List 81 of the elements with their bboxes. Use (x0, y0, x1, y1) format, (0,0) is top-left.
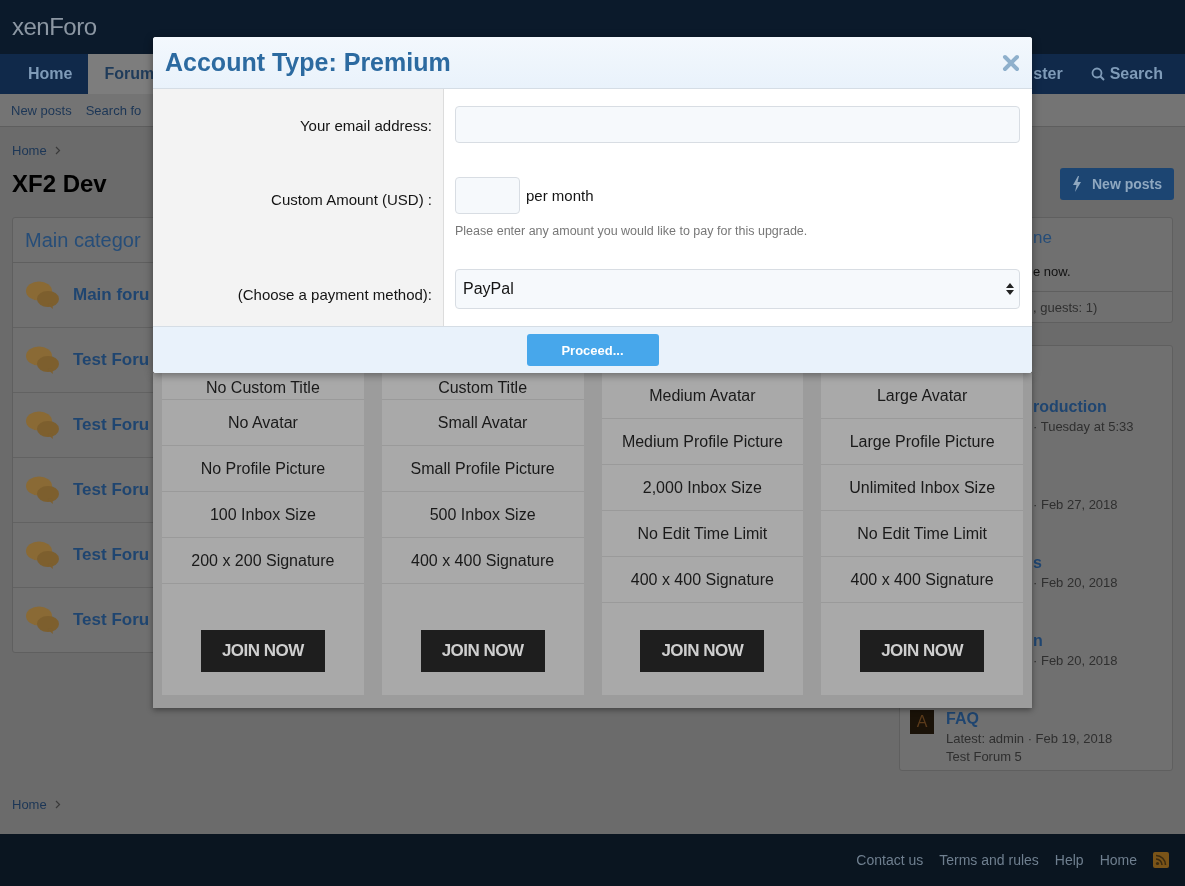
post-meta: · Tuesday at 5:33 (1033, 419, 1134, 434)
plan-feature: Medium Avatar (649, 386, 756, 405)
avatar[interactable]: A (910, 710, 934, 734)
plan-feature: Medium Profile Picture (621, 432, 783, 451)
chat-bubbles-icon (25, 605, 61, 635)
post-meta: · Feb 20, 2018 (1033, 575, 1118, 590)
forum-link[interactable]: Main foru (73, 285, 150, 305)
plan-feature: 400 x 400 Signature (411, 551, 555, 570)
online-text: e now. (1033, 264, 1072, 279)
category-title[interactable]: Main categor (25, 228, 141, 252)
chat-bubbles-icon (25, 540, 61, 570)
join-now-button[interactable]: JOIN NOW (640, 630, 765, 672)
rss-icon[interactable] (1153, 852, 1169, 868)
close-icon[interactable] (1002, 53, 1020, 72)
hint-text: Please enter any amount you would like to pay for this upgrade. (455, 224, 809, 238)
thread-link[interactable]: roduction (1033, 398, 1134, 416)
footer-link[interactable]: Contact us (856, 852, 924, 868)
plan-feature: Large Profile Picture (849, 432, 995, 451)
plan-feature: 100 Inbox Size (209, 505, 316, 524)
unit-label: per month (526, 187, 594, 204)
thread-link[interactable]: n (1033, 632, 1118, 650)
plan-feature: No Edit Time Limit (857, 524, 988, 543)
chat-bubbles-icon (25, 345, 61, 375)
online-stats: , guests: 1) (1033, 299, 1098, 315)
post-meta: Latest: admin · Feb 19, 2018 (946, 731, 1113, 746)
plan-feature: Unlimited Inbox Size (849, 478, 996, 497)
page-title: XF2 Dev (12, 170, 107, 198)
plan-feature: No Custom Title (205, 379, 320, 397)
online-title[interactable]: ne (1033, 228, 1172, 248)
plan-feature: 400 x 400 Signature (850, 570, 994, 589)
plan-feature: Small Avatar (437, 413, 528, 432)
payment-select[interactable]: PayPal (455, 269, 1020, 309)
new-posts-button[interactable]: New posts (1060, 168, 1174, 200)
breadcrumb-link[interactable]: Home (12, 797, 47, 812)
plan-feature: 2,000 Inbox Size (642, 478, 762, 497)
chevron-icon (54, 146, 61, 155)
plan-feature: 200 x 200 Signature (191, 551, 335, 570)
search-icon (1090, 67, 1105, 81)
plan-feature: 500 Inbox Size (429, 505, 536, 524)
join-now-button[interactable]: JOIN NOW (420, 630, 545, 672)
amount-input[interactable] (455, 177, 520, 214)
search-link[interactable]: Search (1090, 65, 1163, 83)
footer-link[interactable]: Help (1054, 852, 1084, 868)
post-meta: · Feb 20, 2018 (1033, 653, 1118, 668)
email-input[interactable] (455, 106, 1020, 143)
plan-feature: No Avatar (227, 413, 298, 432)
plan-feature: Custom Title (438, 379, 528, 397)
chat-bubbles-icon (25, 280, 61, 310)
chat-bubbles-icon (25, 410, 61, 440)
forum-name[interactable]: Test Forum 5 (946, 749, 1113, 764)
forum-link[interactable]: Test Foru (73, 545, 150, 565)
footer-link[interactable]: Home (1099, 852, 1137, 868)
join-now-button[interactable]: JOIN NOW (860, 630, 985, 672)
plan-feature: Small Profile Picture (410, 459, 555, 478)
plan-feature: Large Avatar (876, 386, 968, 405)
nav-link[interactable]: ster (1033, 65, 1063, 83)
field-label: (Choose a payment method): (237, 286, 432, 303)
chat-bubbles-icon (25, 475, 61, 505)
chevron-icon (54, 800, 61, 809)
logo[interactable]: xenForo (12, 13, 97, 41)
lightning-icon (1072, 176, 1082, 192)
forum-link[interactable]: Test Foru (73, 480, 150, 500)
footer-link[interactable]: Terms and rules (939, 852, 1039, 868)
plan-feature: 400 x 400 Signature (630, 570, 774, 589)
join-now-button[interactable]: JOIN NOW (200, 630, 325, 672)
plan-feature: No Profile Picture (200, 459, 326, 478)
thread-link[interactable]: s (1033, 554, 1118, 572)
field-label: Custom Amount (USD) : (271, 191, 432, 208)
forum-link[interactable]: Test Foru (73, 350, 150, 370)
forum-link[interactable]: Test Foru (73, 415, 150, 435)
nav-tab[interactable]: Home (12, 54, 89, 94)
breadcrumb-link[interactable]: Home (12, 143, 47, 158)
thread-link[interactable]: FAQ (946, 710, 1113, 728)
plan-feature: No Edit Time Limit (637, 524, 768, 543)
select-arrows-icon (1006, 283, 1014, 295)
subnav-link[interactable]: New posts (11, 102, 72, 118)
proceed-button[interactable]: Proceed... (526, 334, 659, 366)
forum-link[interactable]: Test Foru (73, 610, 150, 630)
post-meta: · Feb 27, 2018 (1033, 497, 1118, 512)
subnav-link[interactable]: Search fo (85, 102, 142, 118)
field-label: Your email address: (299, 117, 432, 134)
